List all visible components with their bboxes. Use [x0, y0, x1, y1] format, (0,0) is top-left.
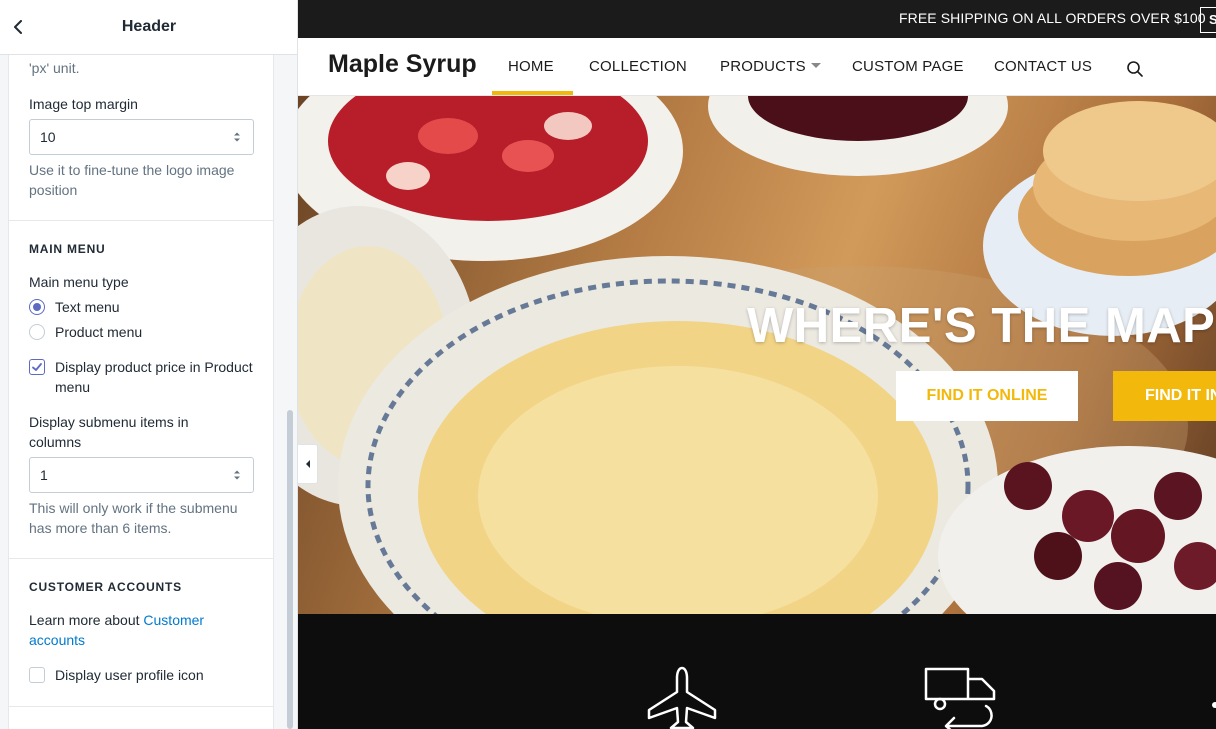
- radio-product-menu[interactable]: Product menu: [29, 322, 142, 342]
- panel-scrollbar[interactable]: [287, 410, 293, 729]
- chevron-left-icon: [14, 20, 22, 34]
- customer-accounts-learn: Learn more about Customer accounts: [29, 610, 244, 650]
- nav-home[interactable]: HOME: [508, 58, 554, 75]
- delivery-truck-icon: [924, 667, 996, 729]
- panel-title: Header: [121, 18, 177, 35]
- nav-contact-us[interactable]: CONTACT US: [994, 58, 1092, 75]
- theme-editor: Header 'px' unit. Image top margin 10 Us…: [0, 0, 1216, 729]
- nav-products[interactable]: PRODUCTS: [720, 58, 821, 75]
- main-menu-section: MAIN MENU Main menu type Text menu Produ…: [9, 221, 273, 559]
- customer-accounts-section: CUSTOMER ACCOUNTS Learn more about Custo…: [9, 559, 273, 707]
- store-header: Maple Syrup HOME COLLECTION PRODUCTS CUS…: [298, 38, 1216, 96]
- store-logo[interactable]: Maple Syrup: [328, 50, 477, 79]
- image-top-margin-value: 10: [40, 129, 56, 145]
- stepper-icon: [234, 470, 240, 480]
- learn-more-text: Learn more about: [29, 612, 144, 628]
- image-top-margin-input[interactable]: 10: [29, 119, 254, 155]
- image-top-margin-help: Use it to fine-tune the logo image posit…: [29, 162, 235, 198]
- find-in-store-button[interactable]: FIND IT IN: [1113, 371, 1216, 421]
- nav-collection[interactable]: COLLECTION: [589, 58, 687, 75]
- submenu-columns-value: 1: [40, 467, 48, 483]
- main-menu-type-label: Main menu type: [29, 274, 129, 290]
- back-button[interactable]: [8, 15, 30, 39]
- radio-text-menu[interactable]: Text menu: [29, 297, 120, 317]
- customer-accounts-title: CUSTOMER ACCOUNTS: [29, 580, 182, 594]
- radio-text-menu-label: Text menu: [55, 299, 120, 315]
- airplane-icon: [647, 666, 717, 729]
- announcement-button[interactable]: S: [1200, 7, 1216, 33]
- hero-background-image: [298, 96, 1216, 614]
- display-price-checkbox[interactable]: [29, 359, 45, 375]
- hero-banner: WHERE'S THE MAPL FIND IT ONLINE FIND IT …: [298, 96, 1216, 614]
- hero-title: WHERE'S THE MAPL: [747, 299, 1216, 353]
- submenu-help: This will only work if the submenu has m…: [29, 500, 238, 536]
- profile-icon-label: Display user profile icon: [55, 667, 204, 683]
- feature-icon-partial: [1212, 702, 1216, 708]
- features-strip: [298, 614, 1216, 729]
- display-price-checkbox-row[interactable]: Display product price in Product menu: [29, 357, 254, 397]
- submenu-columns-label: Display submenu items in columns: [29, 414, 189, 450]
- logo-help-fragment: 'px' unit.: [29, 60, 80, 76]
- find-online-button[interactable]: FIND IT ONLINE: [896, 371, 1078, 421]
- nav-custom-page[interactable]: CUSTOM PAGE: [852, 58, 964, 75]
- search-icon[interactable]: [1125, 59, 1145, 79]
- panel-body: 'px' unit. Image top margin 10 Use it to…: [8, 55, 274, 729]
- nav-products-label: PRODUCTS: [720, 58, 806, 75]
- logo-section: 'px' unit. Image top margin 10 Use it to…: [9, 55, 273, 221]
- store-preview: FREE SHIPPING ON ALL ORDERS OVER $100 S …: [298, 0, 1216, 729]
- collapse-sidebar-button[interactable]: [298, 444, 318, 484]
- panel-header: Header: [0, 0, 297, 55]
- checkmark-icon: [32, 363, 42, 371]
- dropdown-caret-icon: [810, 62, 821, 68]
- radio-button[interactable]: [29, 324, 45, 340]
- main-menu-title: MAIN MENU: [29, 242, 106, 256]
- caret-left-icon: [305, 460, 310, 468]
- announcement-bar: FREE SHIPPING ON ALL ORDERS OVER $100 S: [298, 0, 1216, 38]
- profile-icon-checkbox-row[interactable]: Display user profile icon: [29, 665, 204, 685]
- active-nav-indicator: [492, 91, 573, 95]
- announcement-text: FREE SHIPPING ON ALL ORDERS OVER $100: [899, 10, 1206, 26]
- radio-button-selected[interactable]: [29, 299, 45, 315]
- profile-icon-checkbox[interactable]: [29, 667, 45, 683]
- settings-panel: Header 'px' unit. Image top margin 10 Us…: [0, 0, 298, 729]
- stepper-icon: [234, 132, 240, 142]
- radio-product-menu-label: Product menu: [55, 324, 143, 340]
- display-price-label: Display product price in Product menu: [55, 359, 253, 395]
- image-top-margin-label: Image top margin: [29, 96, 138, 112]
- submenu-columns-select[interactable]: 1: [29, 457, 254, 493]
